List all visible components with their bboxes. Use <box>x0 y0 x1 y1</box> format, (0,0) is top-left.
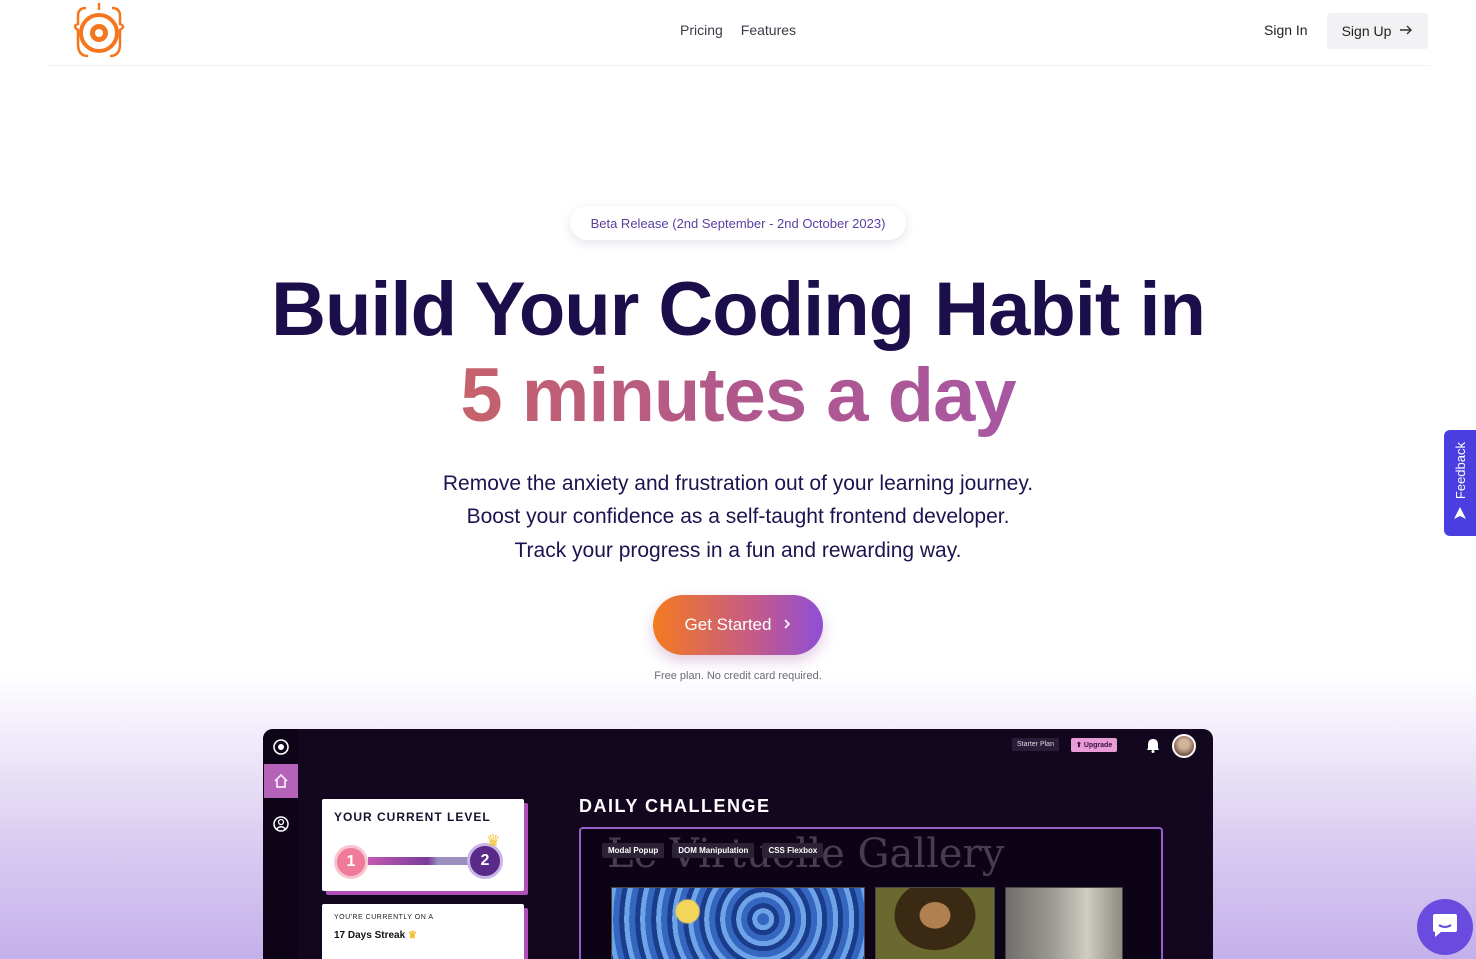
streak-caption: YOU'RE CURRENTLY ON A <box>334 914 434 921</box>
current-level-badge: 1 <box>334 845 368 879</box>
streak-text: 17 Days Streak <box>334 930 406 941</box>
chat-button[interactable] <box>1417 899 1473 955</box>
upgrade-badge: ⬆ Upgrade <box>1071 738 1118 752</box>
mona-lisa-painting <box>875 887 995 959</box>
streak-card: YOU'RE CURRENTLY ON A 17 Days Streak ♛ <box>322 904 524 959</box>
challenge-tags: Modal Popup DOM Manipulation CSS Flexbox <box>602 843 824 858</box>
free-plan-note: Free plan. No credit card required. <box>654 670 822 682</box>
challenge-card: Le Virtuelle Gallery Modal Popup DOM Man… <box>579 827 1163 959</box>
tag-chip: DOM Manipulation <box>672 843 755 858</box>
app-logo-icon <box>271 737 291 762</box>
nav-features-link[interactable]: Features <box>741 22 796 38</box>
crown-icon: ♛ <box>407 930 417 941</box>
hero-title-highlight: 5 minutes a day <box>0 352 1476 439</box>
bell-icon <box>1146 738 1160 758</box>
upgrade-label: Upgrade <box>1083 742 1113 749</box>
tag-chip: CSS Flexbox <box>762 843 824 858</box>
landing-page: Pricing Features Sign In Sign Up Beta Re… <box>0 0 1476 959</box>
sign-up-button[interactable]: Sign Up <box>1327 13 1428 49</box>
get-started-label: Get Started <box>684 615 772 634</box>
send-icon <box>1454 506 1466 524</box>
hero-subtitle-line-3: Track your progress in a fun and rewardi… <box>514 539 962 562</box>
feedback-label: Feedback <box>1452 442 1468 500</box>
starry-night-painting <box>611 887 865 959</box>
sign-up-label: Sign Up <box>1341 23 1392 39</box>
feedback-tab[interactable]: Feedback <box>1444 430 1476 536</box>
arrow-right-icon <box>1399 23 1413 39</box>
main-nav: Pricing Features <box>680 22 796 38</box>
chevron-right-icon <box>783 615 791 635</box>
get-started-button[interactable]: Get Started <box>653 595 823 655</box>
vermeer-painting <box>1005 887 1123 959</box>
daily-challenge-title: DAILY CHALLENGE <box>579 796 771 816</box>
level-card-title: YOUR CURRENT LEVEL <box>334 810 491 824</box>
tag-chip: Modal Popup <box>602 843 665 858</box>
user-circle-icon <box>272 815 290 838</box>
logo-icon[interactable] <box>66 0 132 64</box>
nav-pricing-link[interactable]: Pricing <box>680 22 723 38</box>
beta-release-badge: Beta Release (2nd September - 2nd Octobe… <box>570 206 906 240</box>
hero-subtitle-line-2: Boost your confidence as a self-taught f… <box>466 505 1010 528</box>
site-header: Pricing Features Sign In Sign Up <box>48 0 1430 66</box>
sign-in-link[interactable]: Sign In <box>1264 22 1308 38</box>
avatar <box>1172 734 1196 758</box>
current-level-card: YOUR CURRENT LEVEL 1 2 ♛ <box>322 799 524 891</box>
home-icon <box>264 764 298 798</box>
starter-plan-badge: Starter Plan <box>1012 738 1059 751</box>
hero-subtitle-line-1: Remove the anxiety and frustration out o… <box>442 472 1034 495</box>
level-progress-bar <box>368 857 468 865</box>
hero-title: Build Your Coding Habit in <box>271 267 1206 352</box>
chat-bubble-icon <box>1431 912 1459 943</box>
crown-icon: ♛ <box>486 833 501 850</box>
streak-count: 17 Days Streak ♛ <box>334 930 417 941</box>
app-preview-screenshot: Starter Plan ⬆ Upgrade YOUR CURRENT LEVE… <box>263 729 1213 959</box>
